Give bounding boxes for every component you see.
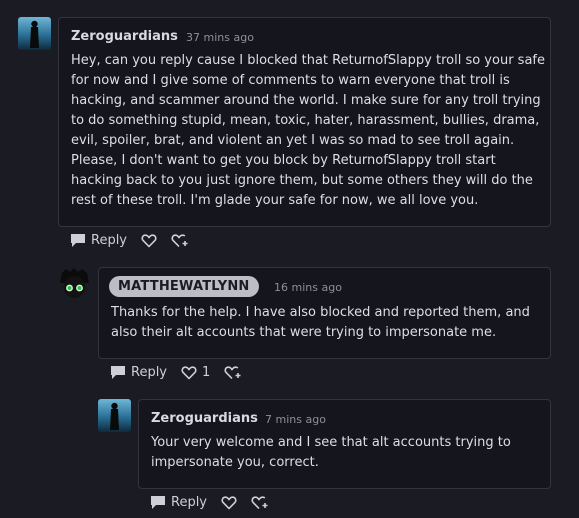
comment-body: Your very welcome and I see that alt acc… <box>151 435 511 470</box>
reply-button[interactable]: Reply <box>70 233 127 248</box>
reply-label: Reply <box>131 365 168 380</box>
comment-author[interactable]: Zeroguardians <box>151 411 258 426</box>
speech-bubble-icon <box>151 496 165 509</box>
reply-button[interactable]: Reply <box>150 495 207 510</box>
reply-label: Reply <box>91 233 128 248</box>
avatar-figure-icon <box>30 20 39 48</box>
like-button[interactable] <box>141 233 157 248</box>
heart-icon <box>181 366 197 380</box>
heart-plus-icon <box>251 496 268 510</box>
like-count: 1 <box>202 365 211 380</box>
comment-actions: Reply 1 <box>110 365 256 380</box>
reply-label: Reply <box>171 495 208 510</box>
avatar-zeroguardians[interactable] <box>98 399 131 432</box>
comment-author[interactable]: Zeroguardians <box>71 29 178 44</box>
comment-actions: Reply <box>70 233 203 248</box>
like-button[interactable]: 1 <box>181 365 210 380</box>
comment-body: Hey, can you reply cause I blocked that … <box>71 53 545 208</box>
heart-plus-icon <box>224 366 241 380</box>
comment-body: Thanks for the help. I have also blocked… <box>111 305 530 340</box>
comment-actions: Reply <box>150 495 283 510</box>
comment-timestamp: 37 mins ago <box>186 31 254 44</box>
comment-timestamp: 7 mins ago <box>265 413 326 426</box>
heart-plus-icon <box>171 234 188 248</box>
heart-icon <box>221 496 237 510</box>
like-button[interactable] <box>221 495 237 510</box>
comment-card: Zeroguardians 7 mins ago Your very welco… <box>138 399 551 489</box>
heart-icon <box>141 234 157 248</box>
react-button[interactable] <box>224 365 242 380</box>
speech-bubble-icon <box>71 234 85 247</box>
reply-button[interactable]: Reply <box>110 365 167 380</box>
avatar-figure-icon <box>110 402 119 430</box>
comment-card: Zeroguardians 37 mins ago Hey, can you r… <box>58 17 551 227</box>
react-button[interactable] <box>251 495 269 510</box>
speech-bubble-icon <box>111 366 125 379</box>
avatar-zeroguardians[interactable] <box>18 17 51 50</box>
react-button[interactable] <box>171 233 189 248</box>
comment-timestamp: 16 mins ago <box>274 281 342 294</box>
avatar-matthewatlynn[interactable] <box>58 267 91 300</box>
comment-card: MATTHEWATLYNN 16 mins ago Thanks for the… <box>98 267 551 359</box>
author-badge[interactable]: MATTHEWATLYNN <box>109 276 259 297</box>
avatar-character-icon <box>60 268 89 298</box>
